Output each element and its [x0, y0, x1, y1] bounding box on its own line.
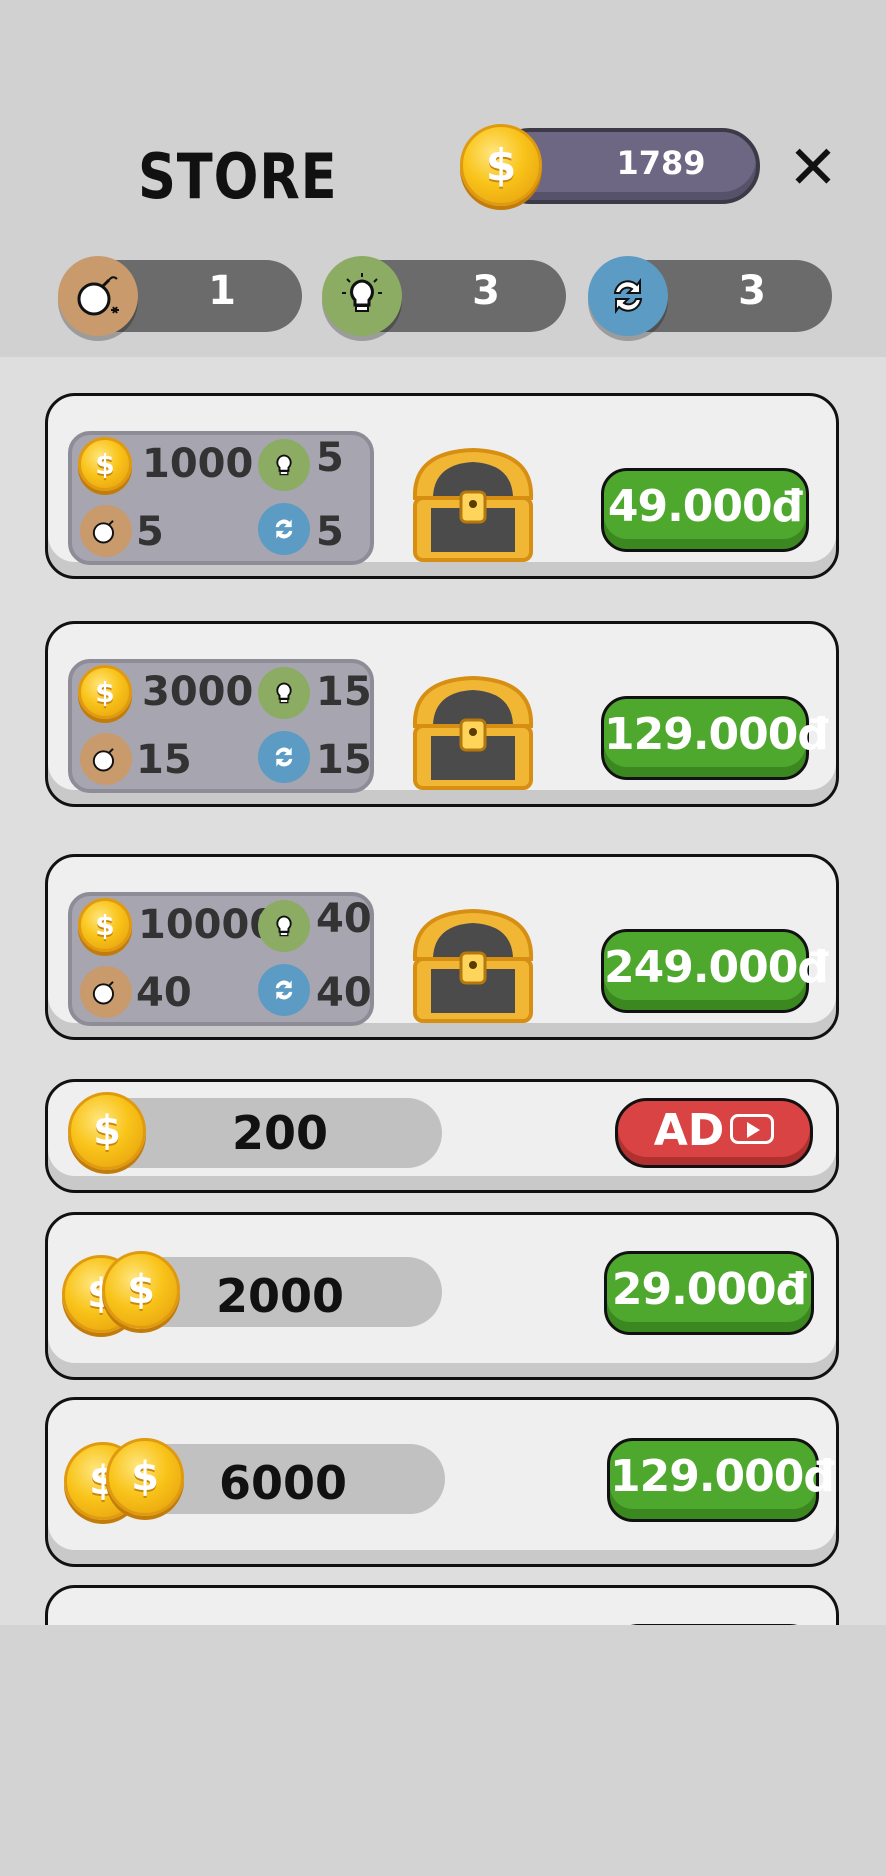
bundle-contents: $ 3000 15 15 15	[68, 659, 374, 793]
bomb-count: 1	[208, 268, 236, 314]
bundle-hints: 40	[316, 896, 372, 942]
coin-amount: 200	[231, 1106, 329, 1160]
coin-offer-card: $ $ 2000 29.000đ	[45, 1212, 839, 1380]
bomb-icon	[58, 256, 138, 336]
bomb-icon	[80, 505, 132, 557]
bundle-bombs: 15	[136, 737, 192, 783]
coin-icon: $	[460, 124, 542, 206]
bundle-shuffles: 15	[316, 737, 372, 783]
coin-offer-card: $ $ 6000 129.000đ	[45, 1397, 839, 1567]
buy-coins-button[interactable]: 29.000đ	[604, 1251, 814, 1335]
treasure-chest-icon	[412, 908, 534, 1023]
coin-icon: $	[78, 898, 132, 952]
bundle-hints: 15	[316, 669, 372, 715]
shuffle-icon	[258, 964, 310, 1016]
bundle-card: $ 1000 5 5 5 49.000đ	[45, 393, 839, 579]
shuffle-count: 3	[738, 268, 766, 314]
shuffle-icon	[588, 256, 668, 336]
page-title: STORE	[138, 140, 338, 213]
coin-amount: 6000	[218, 1456, 348, 1510]
bundle-buy-button[interactable]: 129.000đ	[601, 696, 829, 780]
ad-label: AD	[653, 1105, 725, 1156]
lightbulb-icon	[258, 439, 310, 491]
bundle-shuffles: 5	[316, 509, 344, 555]
treasure-chest-icon	[412, 675, 534, 790]
close-button[interactable]: ✕	[786, 138, 840, 198]
buy-coins-button[interactable]	[612, 1624, 816, 1625]
bundle-hints: 5	[316, 435, 344, 481]
bomb-icon	[80, 733, 132, 785]
bundle-buy-button[interactable]: 249.000đ	[601, 929, 829, 1013]
treasure-chest-icon	[412, 447, 534, 562]
coin-offer-card: $ 200 AD	[45, 1079, 839, 1193]
shuffle-count-pill: 3	[588, 256, 832, 336]
coin-icon: $	[106, 1438, 184, 1516]
lightbulb-icon	[258, 900, 310, 952]
lightbulb-icon	[322, 256, 402, 336]
shuffle-icon	[258, 731, 310, 783]
hint-count: 3	[472, 268, 500, 314]
bomb-icon	[80, 966, 132, 1018]
coin-icon: $	[68, 1092, 146, 1170]
coin-balance-value: 1789	[616, 144, 706, 182]
coin-offer-card	[45, 1585, 839, 1625]
lightbulb-icon	[258, 667, 310, 719]
coin-icon: $	[78, 665, 132, 719]
bundle-bombs: 40	[136, 970, 192, 1016]
bundle-coins: 3000	[142, 669, 254, 715]
coin-icon: $	[78, 437, 132, 491]
bundle-card: $ 10000 40 40 40 249.000đ	[45, 854, 839, 1040]
coin-amount: 2000	[215, 1269, 345, 1323]
bundle-contents: $ 1000 5 5 5	[68, 431, 374, 565]
hint-count-pill: 3	[322, 256, 566, 336]
bundle-coins: 1000	[142, 441, 254, 487]
bundle-bombs: 5	[136, 509, 164, 555]
watch-ad-button[interactable]: AD	[615, 1098, 813, 1168]
buy-coins-button[interactable]: 129.000đ	[607, 1438, 835, 1522]
coin-icon: $	[102, 1251, 180, 1329]
shuffle-icon	[258, 503, 310, 555]
store-list[interactable]: $ 1000 5 5 5 49.000đ $ 3000 15 15 15 129…	[0, 357, 886, 1625]
bundle-coins: 10000	[138, 902, 278, 948]
bundle-shuffles: 40	[316, 970, 372, 1016]
bundle-buy-button[interactable]: 49.000đ	[601, 468, 809, 552]
bomb-count-pill: 1	[58, 256, 302, 336]
bundle-card: $ 3000 15 15 15 129.000đ	[45, 621, 839, 807]
bundle-contents: $ 10000 40 40 40	[68, 892, 374, 1026]
play-video-icon	[730, 1114, 775, 1144]
